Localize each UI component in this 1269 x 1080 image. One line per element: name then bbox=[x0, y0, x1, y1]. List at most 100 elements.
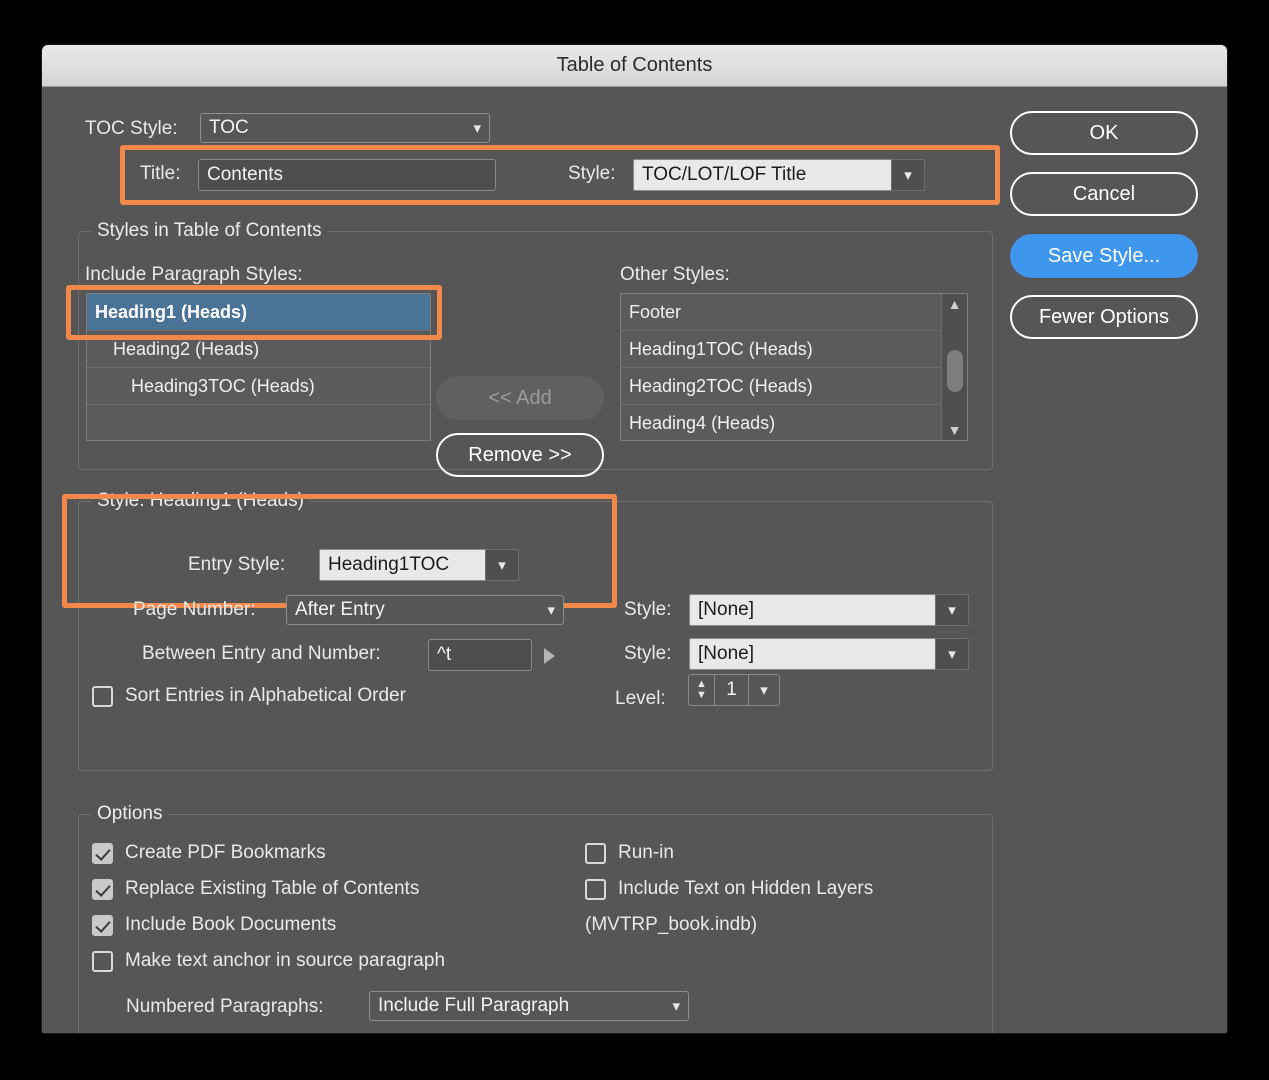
list-item[interactable]: Heading3TOC (Heads) bbox=[87, 368, 430, 405]
dialog-body: TOC Style: TOC ▾ Title: Contents Style: … bbox=[42, 87, 1227, 1033]
scroll-up-icon[interactable]: ▲ bbox=[948, 294, 962, 314]
replace-existing-toc-label: Replace Existing Table of Contents bbox=[125, 878, 420, 899]
book-name-text: (MVTRP_book.indb) bbox=[585, 914, 758, 935]
dialog-titlebar: Table of Contents bbox=[42, 45, 1227, 87]
entry-style-label: Entry Style: bbox=[188, 554, 286, 575]
list-item-label: Heading1 (Heads) bbox=[95, 301, 248, 322]
entry-style-value: Heading1TOC bbox=[328, 554, 450, 575]
save-style-button[interactable]: Save Style... bbox=[1010, 234, 1198, 278]
between-style-select[interactable]: [None] ▾ bbox=[689, 638, 969, 670]
page-number-style-label: Style: bbox=[624, 599, 672, 620]
toc-style-select[interactable]: TOC ▾ bbox=[200, 113, 490, 143]
list-item-label: Heading4 (Heads) bbox=[629, 413, 776, 433]
list-item-label: Heading3TOC (Heads) bbox=[131, 375, 315, 396]
insert-special-character-icon[interactable] bbox=[544, 648, 555, 664]
include-hidden-layers-checkbox[interactable] bbox=[585, 878, 606, 900]
make-text-anchor-row[interactable]: Make text anchor in source paragraph bbox=[92, 950, 445, 972]
fewer-options-button[interactable]: Fewer Options bbox=[1010, 295, 1198, 339]
list-item[interactable]: Heading4 (Heads) bbox=[621, 405, 967, 440]
toc-style-label: TOC Style: bbox=[85, 118, 178, 139]
toc-style-value: TOC bbox=[209, 117, 249, 138]
page-number-style-value: [None] bbox=[698, 599, 754, 620]
chevron-down-icon: ▾ bbox=[473, 120, 481, 137]
title-input[interactable]: Contents bbox=[198, 159, 496, 191]
replace-existing-toc-checkbox[interactable] bbox=[92, 878, 113, 900]
include-hidden-layers-label: Include Text on Hidden Layers bbox=[618, 878, 874, 899]
options-group-legend: Options bbox=[91, 803, 169, 825]
level-value: 1 bbox=[715, 675, 749, 705]
numbered-paragraphs-value: Include Full Paragraph bbox=[378, 995, 570, 1016]
sort-entries-checkbox[interactable] bbox=[92, 685, 113, 707]
remove-button[interactable]: Remove >> bbox=[436, 433, 604, 477]
page-number-style-select[interactable]: [None] ▾ bbox=[689, 594, 969, 626]
chevron-down-icon[interactable]: ▾ bbox=[749, 675, 779, 705]
chevron-down-icon[interactable]: ▾ bbox=[485, 549, 519, 581]
other-styles-list[interactable]: Footer Heading1TOC (Heads) Heading2TOC (… bbox=[620, 293, 968, 441]
list-item-label: Heading2TOC (Heads) bbox=[629, 375, 813, 396]
scroll-down-icon[interactable]: ▼ bbox=[948, 420, 962, 440]
list-item[interactable]: Heading1TOC (Heads) bbox=[621, 331, 967, 368]
stepper-arrows-icon[interactable]: ▲ ▼ bbox=[689, 675, 715, 705]
chevron-down-icon: ▾ bbox=[672, 998, 680, 1015]
other-styles-label: Other Styles: bbox=[620, 264, 730, 285]
list-item[interactable]: Footer bbox=[621, 294, 967, 331]
list-item-label: Heading2 (Heads) bbox=[113, 338, 260, 359]
title-style-select[interactable]: TOC/LOT/LOF Title ▾ bbox=[633, 159, 925, 191]
chevron-down-icon[interactable]: ▾ bbox=[935, 638, 969, 670]
level-label: Level: bbox=[615, 688, 666, 709]
list-item[interactable]: Heading2 (Heads) bbox=[87, 331, 430, 368]
run-in-row[interactable]: Run-in bbox=[585, 842, 674, 864]
between-entry-number-input[interactable]: ^t bbox=[428, 639, 532, 671]
numbered-paragraphs-label: Numbered Paragraphs: bbox=[126, 996, 324, 1017]
create-pdf-bookmarks-row[interactable]: Create PDF Bookmarks bbox=[92, 842, 326, 864]
ok-button-label: OK bbox=[1089, 121, 1119, 144]
sort-entries-checkbox-row[interactable]: Sort Entries in Alphabetical Order bbox=[92, 685, 406, 707]
between-entry-number-value: ^t bbox=[437, 644, 452, 665]
numbered-paragraphs-select[interactable]: Include Full Paragraph ▾ bbox=[369, 991, 689, 1021]
fewer-options-button-label: Fewer Options bbox=[1038, 305, 1170, 328]
title-label: Title: bbox=[140, 163, 181, 184]
sort-entries-label: Sort Entries in Alphabetical Order bbox=[125, 685, 406, 706]
create-pdf-bookmarks-label: Create PDF Bookmarks bbox=[125, 842, 326, 863]
other-styles-scrollbar[interactable]: ▲ ▼ bbox=[941, 294, 967, 440]
include-book-documents-checkbox[interactable] bbox=[92, 914, 113, 936]
title-input-value: Contents bbox=[207, 164, 284, 185]
title-style-value: TOC/LOT/LOF Title bbox=[642, 164, 807, 185]
include-paragraph-styles-label: Include Paragraph Styles: bbox=[85, 264, 303, 285]
ok-button[interactable]: OK bbox=[1010, 111, 1198, 155]
list-item[interactable]: Heading2TOC (Heads) bbox=[621, 368, 967, 405]
page-title: Table of Contents bbox=[556, 54, 713, 76]
run-in-checkbox[interactable] bbox=[585, 842, 606, 864]
create-pdf-bookmarks-checkbox[interactable] bbox=[92, 842, 113, 864]
add-button-label: << Add bbox=[488, 386, 552, 409]
page-number-value: After Entry bbox=[295, 599, 385, 620]
list-item-label: Heading1TOC (Heads) bbox=[629, 338, 813, 359]
list-item-label: Footer bbox=[629, 301, 682, 322]
cancel-button[interactable]: Cancel bbox=[1010, 172, 1198, 216]
page-number-label: Page Number: bbox=[133, 599, 256, 620]
between-style-label: Style: bbox=[624, 643, 672, 664]
add-button[interactable]: << Add bbox=[436, 376, 604, 420]
style-group-legend: Style: Heading1 (Heads) bbox=[91, 490, 310, 512]
make-text-anchor-checkbox[interactable] bbox=[92, 950, 113, 972]
entry-style-select[interactable]: Heading1TOC ▾ bbox=[319, 549, 519, 581]
include-book-documents-label: Include Book Documents bbox=[125, 914, 337, 935]
include-book-documents-row[interactable]: Include Book Documents bbox=[92, 914, 336, 936]
list-item[interactable] bbox=[87, 405, 430, 440]
include-paragraph-styles-list[interactable]: Heading1 (Heads) Heading2 (Heads) Headin… bbox=[86, 293, 431, 441]
scrollbar-track[interactable] bbox=[942, 314, 967, 420]
between-style-value: [None] bbox=[698, 643, 754, 664]
style-group: Style: Heading1 (Heads) bbox=[78, 490, 993, 771]
level-stepper[interactable]: ▲ ▼ 1 ▾ bbox=[688, 674, 780, 706]
save-style-button-label: Save Style... bbox=[1047, 244, 1161, 267]
chevron-down-icon[interactable]: ▾ bbox=[891, 159, 925, 191]
replace-existing-toc-row[interactable]: Replace Existing Table of Contents bbox=[92, 878, 419, 900]
include-hidden-layers-row[interactable]: Include Text on Hidden Layers bbox=[585, 878, 873, 900]
page-number-select[interactable]: After Entry ▾ bbox=[286, 595, 564, 625]
chevron-down-icon[interactable]: ▾ bbox=[935, 594, 969, 626]
list-item[interactable]: Heading1 (Heads) bbox=[87, 294, 430, 331]
cancel-button-label: Cancel bbox=[1072, 182, 1136, 205]
run-in-label: Run-in bbox=[618, 842, 674, 863]
scrollbar-thumb[interactable] bbox=[947, 350, 963, 392]
toc-dialog: Table of Contents TOC Style: TOC ▾ Title… bbox=[41, 44, 1228, 1034]
